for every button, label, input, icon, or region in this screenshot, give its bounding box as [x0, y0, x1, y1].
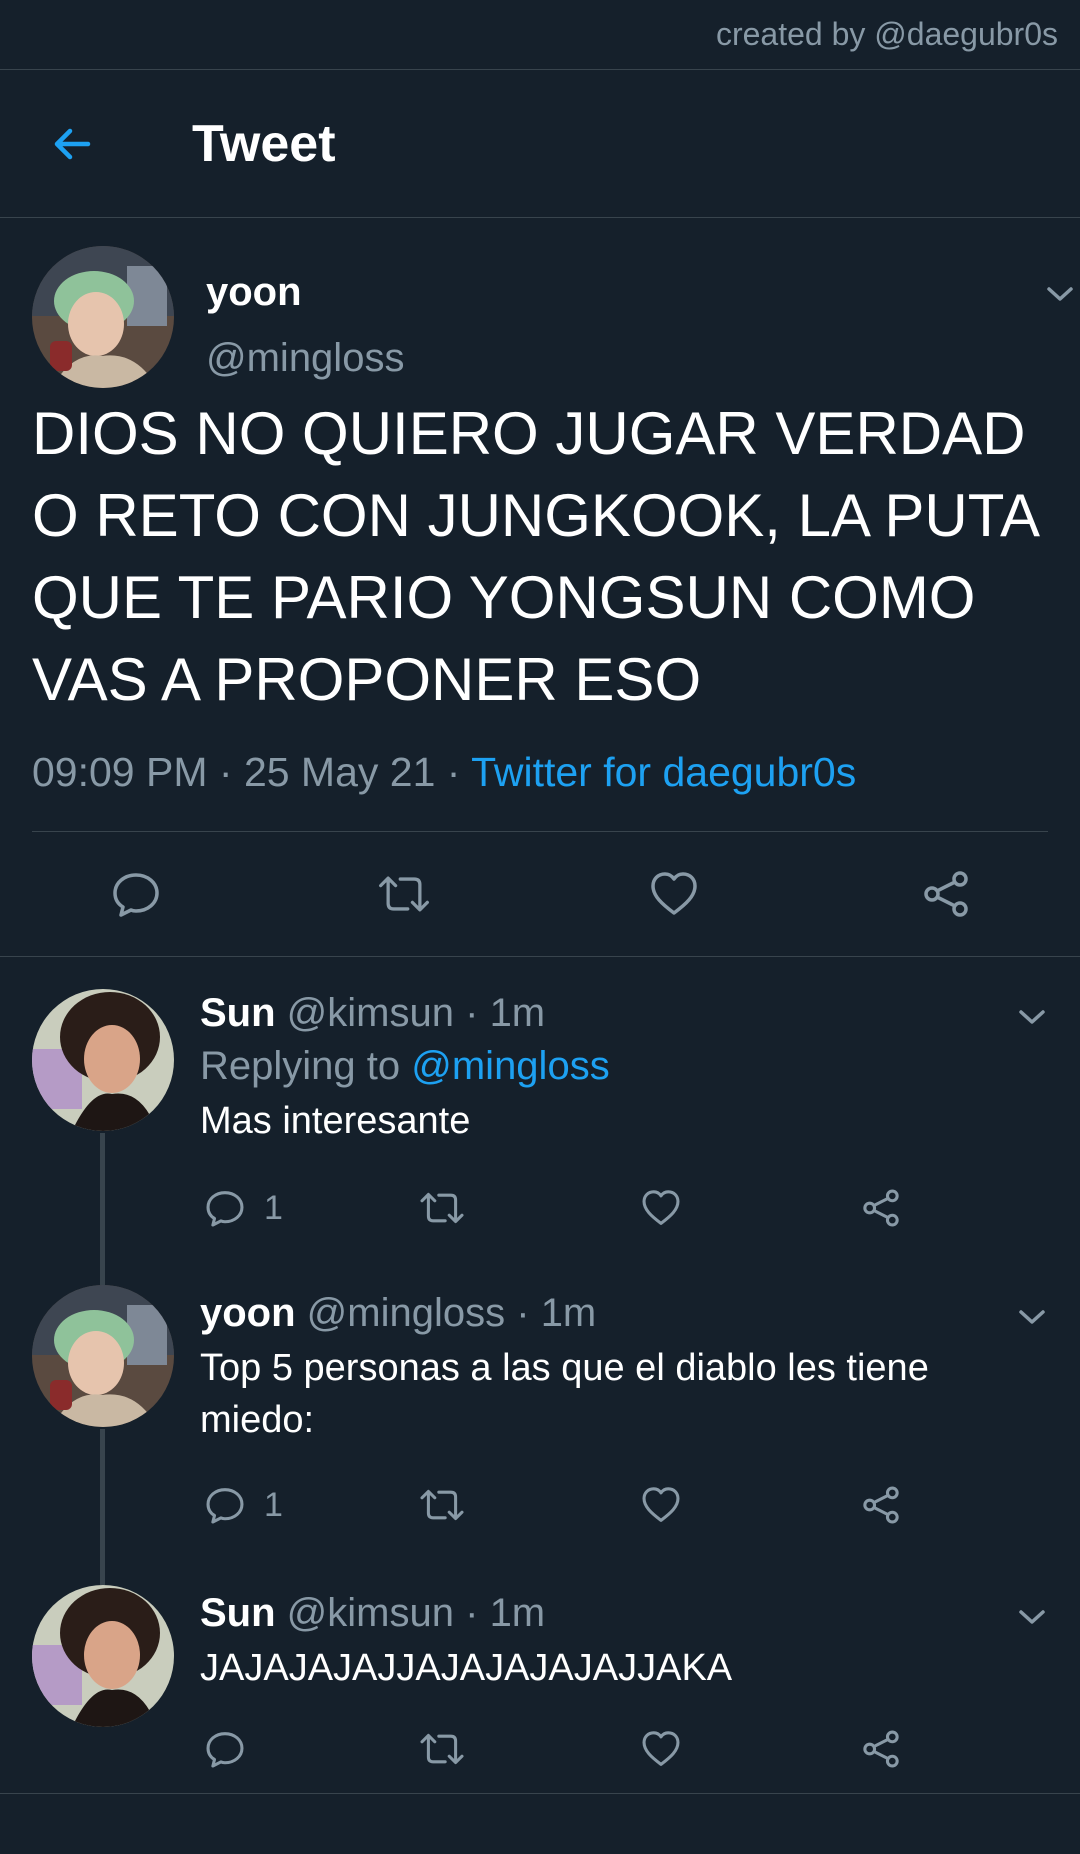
tweet-date: 25 May 21	[243, 749, 436, 795]
retweet-icon[interactable]	[376, 866, 432, 922]
reply-button[interactable]: 1	[204, 1173, 283, 1243]
meta-separator: ·	[435, 749, 472, 795]
reply-actions: 1	[200, 1173, 1048, 1243]
meta-separator: ·	[207, 749, 244, 795]
avatar[interactable]	[32, 989, 174, 1131]
retweet-icon[interactable]	[418, 1714, 466, 1784]
thread-line	[100, 1429, 105, 1569]
author-name[interactable]: yoon	[206, 270, 302, 315]
reply-count: 1	[264, 1188, 283, 1227]
top-bar: Tweet	[0, 70, 1080, 218]
avatar[interactable]	[32, 246, 174, 388]
chevron-down-icon[interactable]	[1040, 274, 1080, 314]
share-icon[interactable]	[860, 1714, 902, 1784]
back-arrow-icon[interactable]	[44, 116, 100, 172]
reply-icon	[206, 1191, 244, 1227]
thread-line	[100, 1269, 105, 1285]
reply-author-handle[interactable]: @mingloss	[307, 1291, 505, 1335]
replying-to-handle[interactable]: @mingloss	[411, 1044, 609, 1088]
reply-tweet[interactable]: Sun @kimsun · 1m JAJAJAJAJJAJAJAJAJAJJAK…	[0, 1569, 1080, 1793]
reply-actions	[200, 1714, 1048, 1784]
main-tweet: yoon @mingloss DIOS NO QUIERO JUGAR VERD…	[0, 218, 1080, 956]
reply-actions: 1	[200, 1470, 1048, 1540]
reply-tweet[interactable]: yoon @mingloss · 1m Top 5 personas a las…	[0, 1269, 1080, 1569]
reply-author-name[interactable]: Sun	[200, 1591, 276, 1635]
reply-icon[interactable]	[108, 866, 164, 922]
tweet-time: 09:09 PM	[32, 749, 208, 795]
reply-time: 1m	[489, 991, 546, 1035]
retweet-icon[interactable]	[418, 1173, 466, 1243]
share-icon[interactable]	[860, 1173, 902, 1243]
replying-to: Replying to @mingloss	[200, 1044, 1048, 1089]
reply-text: Mas interesante	[200, 1100, 471, 1142]
thread-line	[100, 1569, 105, 1585]
reply-author-handle[interactable]: @kimsun	[287, 991, 454, 1035]
avatar[interactable]	[32, 1285, 174, 1427]
chevron-down-icon[interactable]	[1012, 1297, 1052, 1337]
tweet-text: DIOS NO QUIERO JUGAR VERDAD O RETO CON J…	[32, 400, 1037, 713]
reply-count: 1	[264, 1485, 283, 1524]
reply-text: JAJAJAJAJJAJAJAJAJAJJAKA	[200, 1647, 733, 1689]
tweet-source[interactable]: Twitter for daegubr0s	[471, 749, 856, 795]
reply-icon	[206, 1488, 244, 1524]
chevron-down-icon[interactable]	[1012, 1597, 1052, 1637]
like-icon[interactable]	[640, 1714, 682, 1784]
page-title: Tweet	[192, 114, 336, 173]
retweet-icon[interactable]	[418, 1470, 466, 1540]
reply-tweet[interactable]: Sun @kimsun · 1m Replying to @mingloss M…	[0, 957, 1080, 1269]
author-handle[interactable]: @mingloss	[206, 336, 404, 381]
reply-time: 1m	[540, 1291, 597, 1335]
like-icon[interactable]	[640, 1470, 682, 1540]
credit-banner: created by @daegubr0s	[0, 0, 1080, 70]
like-icon[interactable]	[646, 866, 702, 922]
credit-text: created by @daegubr0s	[715, 16, 1058, 52]
share-icon[interactable]	[918, 866, 974, 922]
reply-header: Sun @kimsun · 1m	[200, 1591, 546, 1635]
reply-button[interactable]: 1	[204, 1470, 283, 1540]
reply-button[interactable]	[204, 1714, 264, 1784]
reply-author-name[interactable]: Sun	[200, 991, 276, 1035]
divider	[0, 1793, 1080, 1794]
reply-time: 1m	[489, 1591, 546, 1635]
reply-author-name[interactable]: yoon	[200, 1291, 296, 1335]
reply-author-handle[interactable]: @kimsun	[287, 1591, 454, 1635]
reply-header: yoon @mingloss · 1m	[200, 1291, 597, 1335]
chevron-down-icon[interactable]	[1012, 997, 1052, 1037]
reply-header: Sun @kimsun · 1m	[200, 991, 546, 1035]
share-icon[interactable]	[860, 1470, 902, 1540]
avatar[interactable]	[32, 1585, 174, 1727]
replying-to-prefix: Replying to	[200, 1044, 401, 1088]
reply-text: Top 5 personas a las que el diablo les t…	[200, 1347, 929, 1441]
reply-icon	[206, 1732, 244, 1768]
like-icon[interactable]	[640, 1173, 682, 1243]
tweet-actions	[32, 832, 1048, 956]
thread-line	[100, 1133, 105, 1269]
tweet-meta: 09:09 PM · 25 May 21 · Twitter for daegu…	[32, 737, 1048, 807]
